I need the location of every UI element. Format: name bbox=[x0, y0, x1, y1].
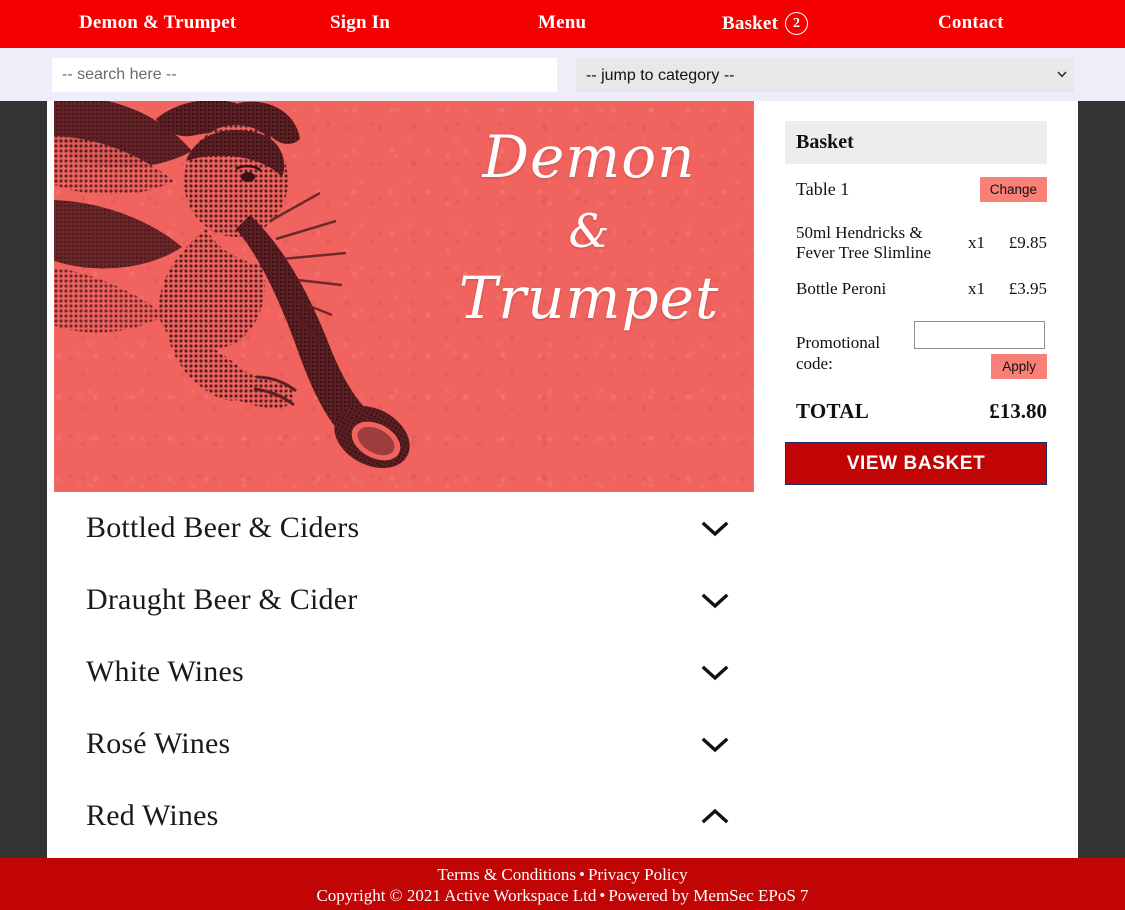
footer-copyright-line: Copyright © 2021 Active Workspace Ltd • Po… bbox=[0, 886, 1125, 907]
basket-line-item: 50ml Hendricks & Fever Tree Slimline x1 … bbox=[785, 215, 1047, 271]
view-basket-button[interactable]: VIEW BASKET bbox=[785, 442, 1047, 486]
basket-panel-title: Basket bbox=[796, 131, 854, 153]
nav-item-basket[interactable]: Basket 2 bbox=[722, 12, 809, 35]
hero-title-ampersand: & bbox=[568, 203, 610, 258]
nav-item-contact[interactable]: Contact bbox=[938, 12, 1004, 34]
basket-contents: Table 1 Change 50ml Hendricks & Fever Tr… bbox=[785, 164, 1047, 486]
hero-banner: Demon & Trumpet bbox=[54, 101, 754, 492]
chevron-up-icon[interactable] bbox=[701, 808, 729, 825]
powered-by-text: Powered by MemSec EPoS 7 bbox=[608, 885, 809, 905]
change-table-button[interactable]: Change bbox=[979, 177, 1047, 202]
basket-line-item: Bottle Peroni x1 £3.95 bbox=[785, 271, 1047, 307]
chevron-down-icon[interactable] bbox=[701, 520, 729, 537]
basket-panel: Basket Table 1 Change 50ml Hendricks & F… bbox=[785, 121, 1047, 486]
copyright-text: Copyright © 2021 Active Workspace Ltd bbox=[316, 885, 597, 905]
cherub-trumpet-illustration bbox=[54, 101, 410, 469]
basket-table-row: Table 1 Change bbox=[785, 164, 1047, 215]
footer-separator: • bbox=[579, 865, 585, 884]
promotional-code-row: Promotional code: Apply bbox=[785, 307, 1047, 385]
main-content-container: Demon & Trumpet Bottled Beer & Ciders Dr… bbox=[47, 101, 1078, 858]
promotional-code-input[interactable] bbox=[914, 321, 1045, 350]
hero-title: Demon & Trumpet bbox=[444, 127, 734, 329]
chevron-down-icon[interactable] bbox=[701, 664, 729, 681]
footer-links-line: Terms & Conditions • Privacy Policy bbox=[0, 865, 1125, 886]
basket-count-badge: 2 bbox=[785, 12, 809, 35]
category-label: Red Wines bbox=[86, 799, 219, 832]
category-row-bottled-beer-ciders[interactable]: Bottled Beer & Ciders bbox=[54, 492, 754, 564]
promotional-code-label: Promotional code: bbox=[796, 333, 881, 373]
category-label: White Wines bbox=[86, 655, 244, 688]
apply-promo-button[interactable]: Apply bbox=[991, 354, 1047, 380]
line-item-qty: x1 bbox=[968, 279, 985, 299]
category-label: Rosé Wines bbox=[86, 727, 231, 760]
nav-item-menu[interactable]: Menu bbox=[538, 12, 586, 34]
hero-title-line-1: Demon bbox=[482, 123, 696, 191]
category-row-red-wines[interactable]: Red Wines bbox=[54, 780, 754, 852]
page-footer: Terms & Conditions • Privacy Policy Copyri… bbox=[0, 858, 1125, 910]
nav-item-sign-in[interactable]: Sign In bbox=[330, 12, 390, 34]
basket-panel-header: Basket bbox=[785, 121, 1047, 164]
line-item-price: £3.95 bbox=[1008, 279, 1047, 299]
privacy-policy-link[interactable]: Privacy Policy bbox=[588, 865, 688, 884]
hero-title-line-3: Trumpet bbox=[458, 263, 720, 332]
basket-total-row: TOTAL £13.80 bbox=[785, 385, 1047, 438]
chevron-down-icon[interactable] bbox=[701, 592, 729, 609]
terms-and-conditions-link[interactable]: Terms & Conditions bbox=[437, 865, 576, 884]
line-item-name: 50ml Hendricks & Fever Tree Slimline bbox=[796, 223, 932, 263]
total-value: £13.80 bbox=[989, 399, 1047, 424]
line-item-qty: x1 bbox=[968, 233, 985, 253]
table-number-label: Table 1 bbox=[796, 179, 850, 199]
footer-separator: • bbox=[599, 885, 606, 905]
total-label: TOTAL bbox=[796, 399, 870, 424]
line-item-name: Bottle Peroni bbox=[796, 279, 887, 299]
category-label: Bottled Beer & Ciders bbox=[86, 511, 360, 544]
promotional-code-controls: Apply bbox=[914, 321, 1047, 380]
category-jump-select[interactable]: -- jump to category -- bbox=[576, 58, 1074, 92]
category-accordion-list: Bottled Beer & Ciders Draught Beer & Cid… bbox=[54, 492, 754, 852]
line-item-price: £9.85 bbox=[1008, 233, 1047, 253]
search-toolbar: -- jump to category -- bbox=[0, 48, 1125, 101]
nav-item-brand[interactable]: Demon & Trumpet bbox=[79, 12, 236, 34]
category-row-white-wines[interactable]: White Wines bbox=[54, 636, 754, 708]
nav-basket-label: Basket bbox=[722, 12, 779, 34]
top-navigation-bar: Demon & Trumpet Sign In Menu Basket 2 Co… bbox=[0, 0, 1125, 48]
category-label: Draught Beer & Cider bbox=[86, 583, 358, 616]
search-input[interactable] bbox=[52, 58, 557, 92]
category-row-draught-beer-cider[interactable]: Draught Beer & Cider bbox=[54, 564, 754, 636]
chevron-down-icon[interactable] bbox=[701, 736, 729, 753]
category-row-rose-wines[interactable]: Rosé Wines bbox=[54, 708, 754, 780]
